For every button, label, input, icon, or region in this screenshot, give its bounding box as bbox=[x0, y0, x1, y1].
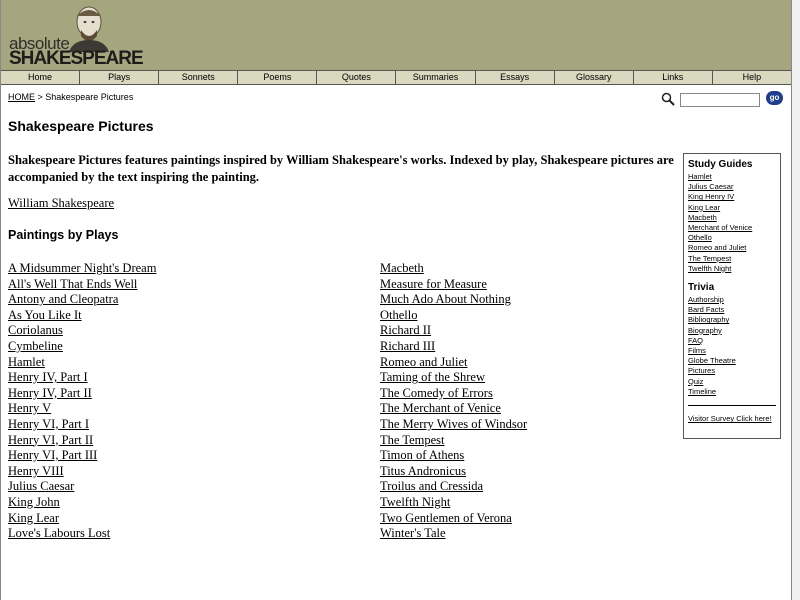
play-link[interactable]: Measure for Measure bbox=[380, 277, 527, 293]
play-link[interactable]: Henry VI, Part III bbox=[8, 448, 156, 464]
magnifier-icon bbox=[661, 92, 675, 106]
breadcrumb-home[interactable]: HOME bbox=[8, 92, 35, 102]
breadcrumb-separator: > bbox=[35, 92, 46, 102]
nav-poems[interactable]: Poems bbox=[238, 71, 318, 84]
play-link[interactable]: Love's Labours Lost bbox=[8, 526, 156, 542]
sidebar: Study Guides Hamlet Julius Caesar King H… bbox=[683, 153, 781, 439]
play-link[interactable]: Troilus and Cressida bbox=[380, 479, 527, 495]
study-guide-link[interactable]: Twelfth Night bbox=[688, 264, 776, 274]
play-link[interactable]: Taming of the Shrew bbox=[380, 370, 527, 386]
nav-help[interactable]: Help bbox=[713, 71, 791, 84]
nav-quotes[interactable]: Quotes bbox=[317, 71, 397, 84]
go-button[interactable]: go bbox=[766, 91, 783, 105]
study-guide-link[interactable]: Merchant of Venice bbox=[688, 223, 776, 233]
play-link[interactable]: Macbeth bbox=[380, 261, 527, 277]
shakespeare-bust-icon bbox=[69, 6, 109, 52]
nav-links[interactable]: Links bbox=[634, 71, 713, 84]
paintings-heading: Paintings by Plays bbox=[8, 228, 119, 242]
study-guide-link[interactable]: Othello bbox=[688, 233, 776, 243]
trivia-link[interactable]: Pictures bbox=[688, 366, 776, 376]
play-link[interactable]: Cymbeline bbox=[8, 339, 156, 355]
play-link[interactable]: Much Ado About Nothing bbox=[380, 292, 527, 308]
play-link[interactable]: The Comedy of Errors bbox=[380, 386, 527, 402]
nav-summaries[interactable]: Summaries bbox=[396, 71, 476, 84]
play-link[interactable]: Twelfth Night bbox=[380, 495, 527, 511]
scrollbar[interactable] bbox=[792, 0, 800, 600]
main-nav: Home Plays Sonnets Poems Quotes Summarie… bbox=[1, 70, 791, 85]
play-link[interactable]: Henry VIII bbox=[8, 464, 156, 480]
play-link[interactable]: All's Well That Ends Well bbox=[8, 277, 156, 293]
play-link[interactable]: Winter's Tale bbox=[380, 526, 527, 542]
study-guide-link[interactable]: King Henry IV bbox=[688, 192, 776, 202]
play-link[interactable]: Julius Caesar bbox=[8, 479, 156, 495]
plays-column-left: A Midsummer Night's Dream All's Well Tha… bbox=[8, 261, 156, 542]
logo-text-shakespeare: SHAKESPEARE bbox=[9, 48, 144, 69]
visitor-survey-link[interactable]: Visitor Survey Click here! bbox=[688, 414, 776, 424]
study-guide-link[interactable]: The Tempest bbox=[688, 254, 776, 264]
play-link[interactable]: The Merchant of Venice bbox=[380, 401, 527, 417]
play-link[interactable]: Richard II bbox=[380, 323, 527, 339]
trivia-link[interactable]: Films bbox=[688, 346, 776, 356]
intro-text: Shakespeare Pictures features paintings … bbox=[8, 153, 674, 184]
nav-glossary[interactable]: Glossary bbox=[555, 71, 634, 84]
nav-plays[interactable]: Plays bbox=[80, 71, 160, 84]
nav-home[interactable]: Home bbox=[1, 71, 81, 84]
study-guide-link[interactable]: Romeo and Juliet bbox=[688, 243, 776, 253]
play-link[interactable]: Henry VI, Part II bbox=[8, 433, 156, 449]
study-guide-link[interactable]: Julius Caesar bbox=[688, 182, 776, 192]
trivia-link[interactable]: Quiz bbox=[688, 377, 776, 387]
study-guide-link[interactable]: Macbeth bbox=[688, 213, 776, 223]
play-link[interactable]: The Tempest bbox=[380, 433, 527, 449]
play-link[interactable]: A Midsummer Night's Dream bbox=[8, 261, 156, 277]
trivia-link[interactable]: Timeline bbox=[688, 387, 776, 397]
play-link[interactable]: Henry IV, Part I bbox=[8, 370, 156, 386]
trivia-link[interactable]: Bibliography bbox=[688, 315, 776, 325]
study-guide-link[interactable]: King Lear bbox=[688, 203, 776, 213]
study-guides-heading: Study Guides bbox=[688, 159, 753, 170]
play-link[interactable]: Timon of Athens bbox=[380, 448, 527, 464]
play-link[interactable]: Two Gentlemen of Verona bbox=[380, 511, 527, 527]
sidebar-divider bbox=[688, 405, 776, 407]
nav-sonnets[interactable]: Sonnets bbox=[159, 71, 239, 84]
play-link[interactable]: Henry V bbox=[8, 401, 156, 417]
nav-essays[interactable]: Essays bbox=[476, 71, 555, 84]
play-link[interactable]: Coriolanus bbox=[8, 323, 156, 339]
plays-column-right: Macbeth Measure for Measure Much Ado Abo… bbox=[380, 261, 527, 542]
breadcrumb-current: Shakespeare Pictures bbox=[45, 92, 134, 102]
play-link[interactable]: Romeo and Juliet bbox=[380, 355, 527, 371]
trivia-link[interactable]: Globe Theatre bbox=[688, 356, 776, 366]
play-link[interactable]: Richard III bbox=[380, 339, 527, 355]
play-link[interactable]: Hamlet bbox=[8, 355, 156, 371]
trivia-heading: Trivia bbox=[688, 282, 715, 294]
play-link[interactable]: King Lear bbox=[8, 511, 156, 527]
play-link[interactable]: Henry VI, Part I bbox=[8, 417, 156, 433]
breadcrumb: HOME > Shakespeare Pictures bbox=[8, 92, 133, 102]
site-logo[interactable]: absolute SHAKESPEARE bbox=[5, 2, 144, 69]
play-link[interactable]: The Merry Wives of Windsor bbox=[380, 417, 527, 433]
author-link[interactable]: William Shakespeare bbox=[8, 196, 114, 211]
trivia-link[interactable]: FAQ bbox=[688, 336, 776, 346]
trivia-link[interactable]: Biography bbox=[688, 326, 776, 336]
play-link[interactable]: Henry IV, Part II bbox=[8, 386, 156, 402]
trivia-link[interactable]: Bard Facts bbox=[688, 305, 776, 315]
play-link[interactable]: Othello bbox=[380, 308, 527, 324]
play-link[interactable]: As You Like It bbox=[8, 308, 156, 324]
study-guide-link[interactable]: Hamlet bbox=[688, 172, 776, 182]
search-input[interactable] bbox=[680, 93, 760, 107]
trivia-link[interactable]: Authorship bbox=[688, 295, 776, 305]
play-link[interactable]: King John bbox=[8, 495, 156, 511]
play-link[interactable]: Titus Andronicus bbox=[380, 464, 527, 480]
page-title: Shakespeare Pictures bbox=[8, 118, 154, 134]
play-link[interactable]: Antony and Cleopatra bbox=[8, 292, 156, 308]
site-header: absolute SHAKESPEARE bbox=[1, 0, 791, 70]
